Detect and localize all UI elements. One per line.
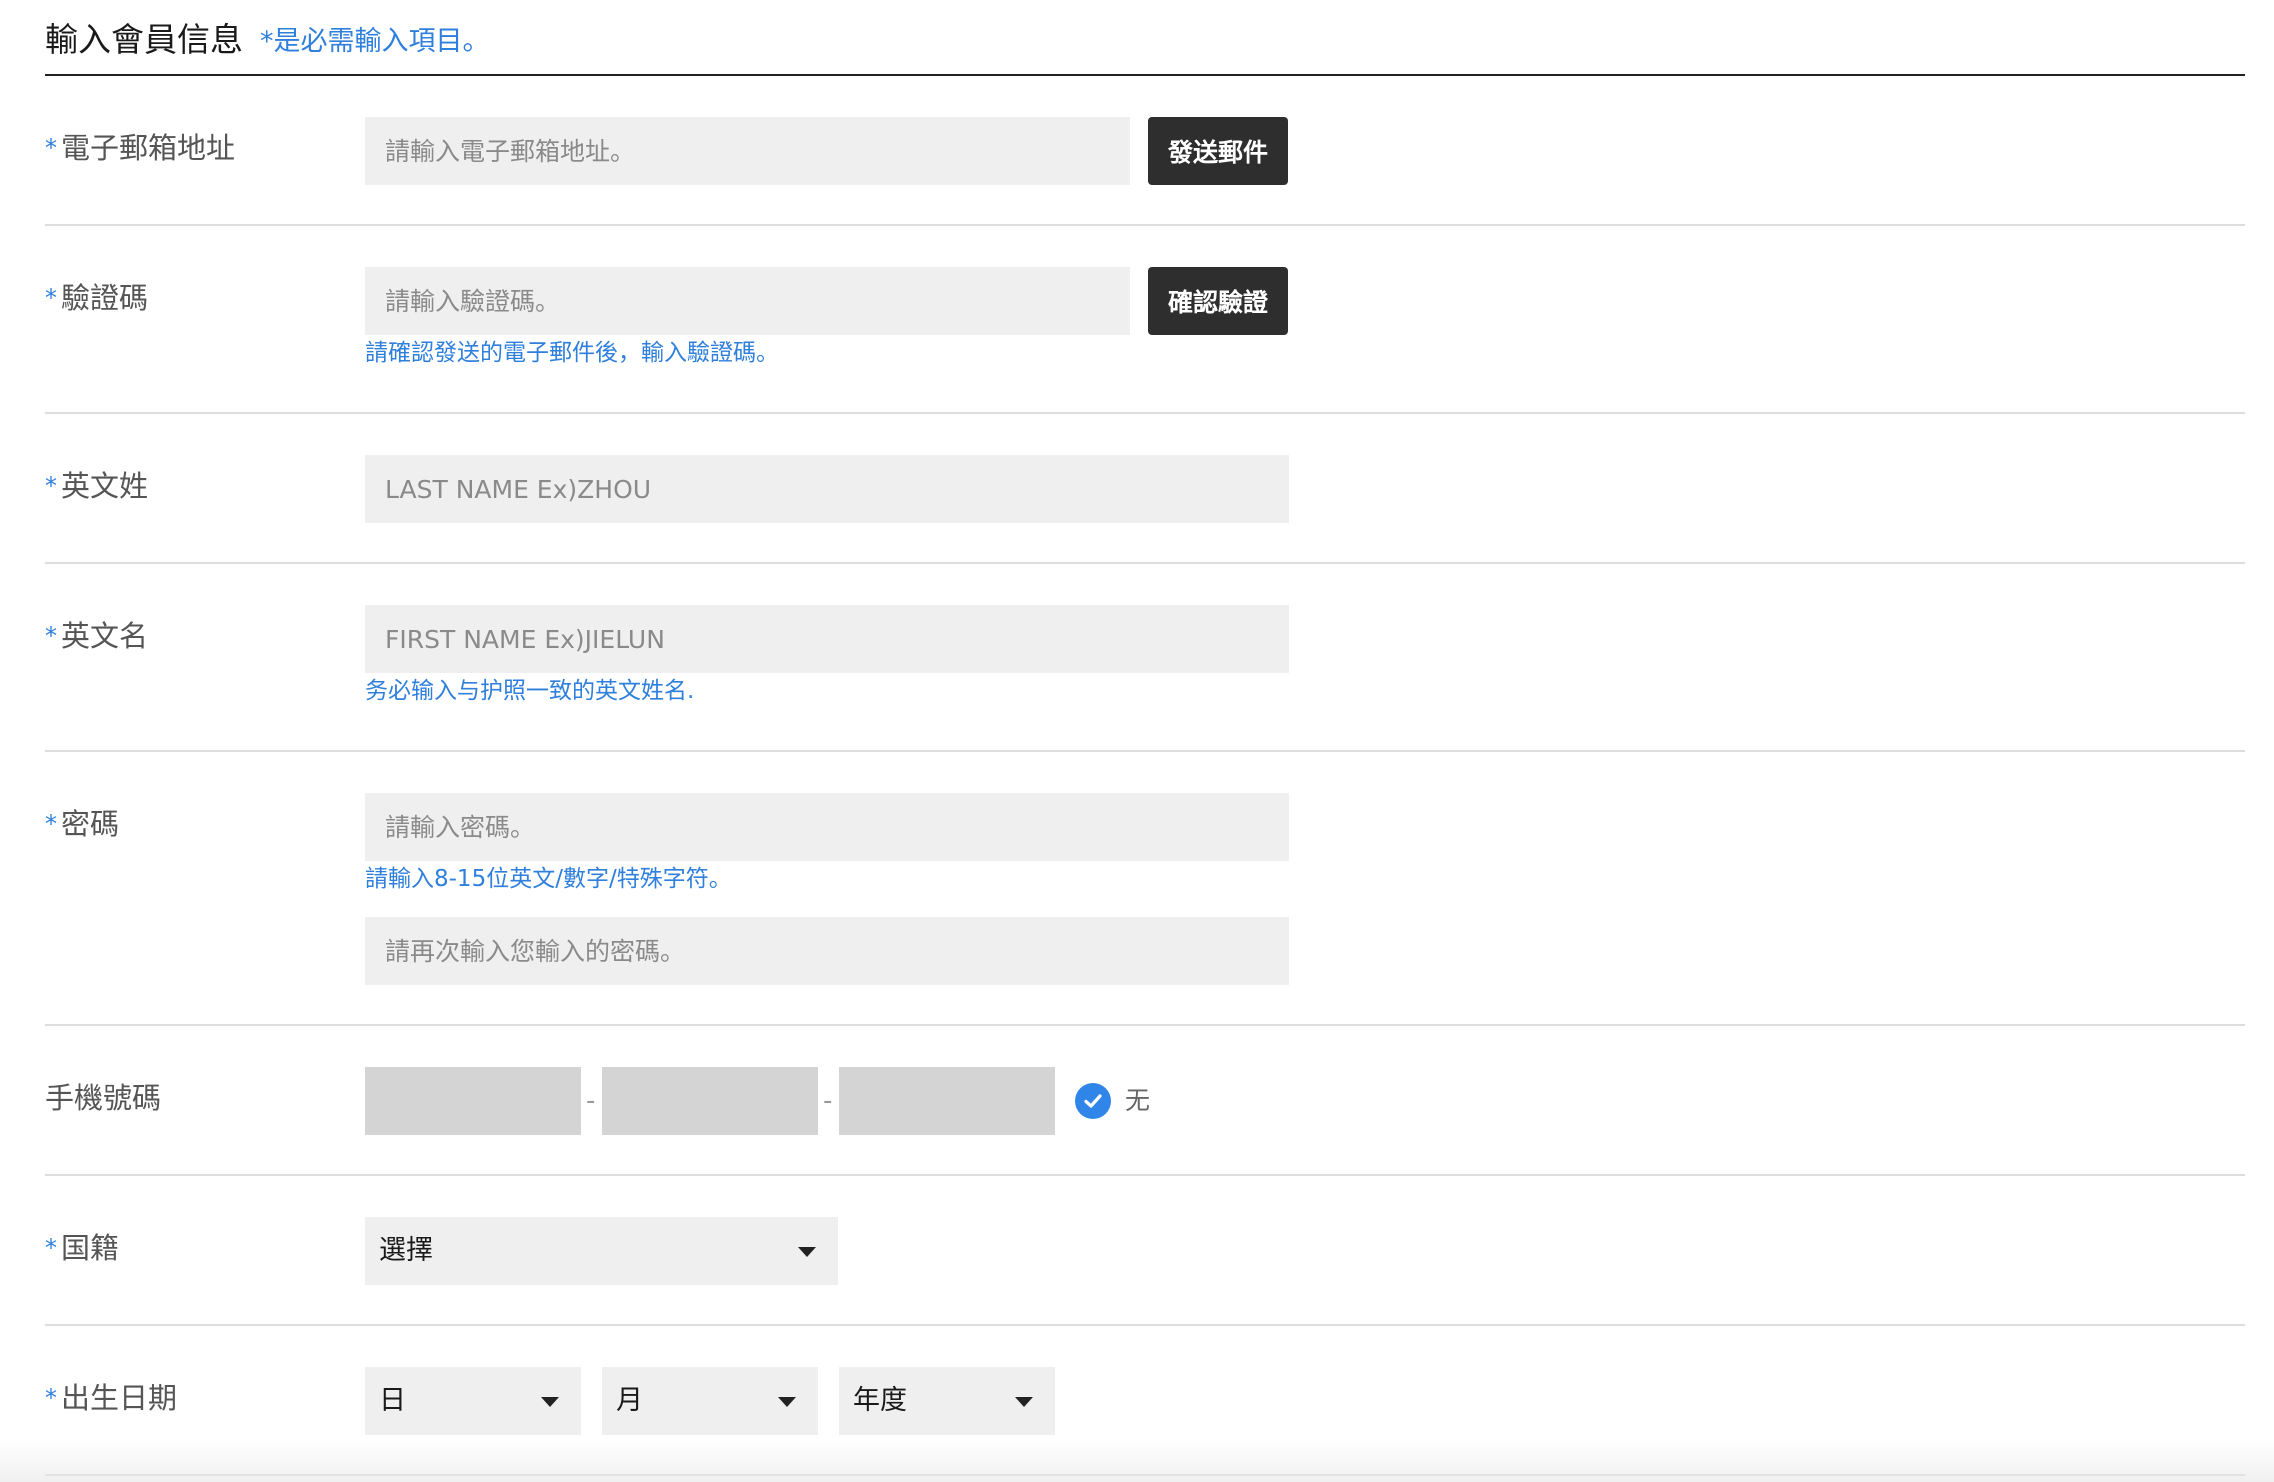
birth-month-select[interactable]: 月 bbox=[602, 1367, 818, 1435]
required-star: * bbox=[45, 810, 57, 838]
first-name-label-text: 英文名 bbox=[61, 619, 149, 653]
required-star: * bbox=[45, 284, 57, 312]
nationality-selected-value: 選擇 bbox=[379, 1235, 433, 1266]
birthdate-label: * 出生日期 bbox=[45, 1378, 177, 1418]
verification-code-input[interactable] bbox=[365, 267, 1130, 335]
phone-row: 手機號碼 - - 无 bbox=[45, 1026, 2245, 1176]
verification-label: * 驗證碼 bbox=[45, 278, 148, 318]
required-star: * bbox=[45, 1234, 57, 1262]
birth-year-select[interactable]: 年度 bbox=[839, 1367, 1055, 1435]
birth-day-select[interactable]: 日 bbox=[365, 1367, 581, 1435]
email-row: *電子郵箱地址 發送郵件 bbox=[45, 76, 2245, 226]
password-hint: 請輸入8-15位英文/數字/特殊字符。 bbox=[365, 866, 732, 892]
confirm-verification-button[interactable]: 確認驗證 bbox=[1148, 267, 1288, 335]
bottom-shadow bbox=[0, 1440, 2274, 1482]
password-input[interactable] bbox=[365, 793, 1289, 861]
first-name-label: * 英文名 bbox=[45, 616, 148, 656]
password-label-text: 密碼 bbox=[61, 807, 120, 841]
phone-separator: - bbox=[823, 1086, 833, 1116]
password-confirm-input[interactable] bbox=[365, 917, 1289, 985]
checkmark-icon bbox=[1084, 1094, 1102, 1108]
birth-year-value: 年度 bbox=[853, 1385, 907, 1416]
no-phone-label: 无 bbox=[1125, 1086, 1151, 1115]
birthdate-label-text: 出生日期 bbox=[61, 1381, 178, 1415]
password-row: * 密碼 請輸入8-15位英文/數字/特殊字符。 bbox=[45, 752, 2245, 1026]
phone-part-1-input[interactable] bbox=[365, 1067, 581, 1135]
required-note: *是必需輸入項目。 bbox=[260, 26, 490, 57]
verification-hint: 請確認發送的電子郵件後，輸入驗證碼。 bbox=[365, 340, 779, 366]
birth-day-value: 日 bbox=[379, 1385, 406, 1416]
first-name-input[interactable] bbox=[365, 605, 1289, 673]
chevron-down-icon bbox=[541, 1397, 559, 1407]
required-star: * bbox=[45, 622, 57, 650]
chevron-down-icon bbox=[778, 1397, 796, 1407]
verification-row: *驗證碼 確認驗證 請確認發送的電子郵件後，輸入驗證碼。 bbox=[45, 226, 2245, 414]
last-name-input[interactable] bbox=[365, 455, 1289, 523]
no-phone-checkbox[interactable] bbox=[1075, 1083, 1111, 1119]
phone-part-3-input[interactable] bbox=[839, 1067, 1055, 1135]
last-name-label: * 英文姓 bbox=[45, 466, 148, 506]
page-title: 輸入會員信息 bbox=[45, 20, 243, 59]
send-email-button[interactable]: 發送郵件 bbox=[1148, 117, 1288, 185]
required-star: * bbox=[45, 1384, 57, 1412]
first-name-row: *英文名 务必输入与护照一致的英文姓名. bbox=[45, 564, 2245, 752]
required-star: * bbox=[45, 134, 57, 162]
first-name-hint: 务必输入与护照一致的英文姓名. bbox=[365, 678, 695, 704]
phone-part-2-input[interactable] bbox=[602, 1067, 818, 1135]
nationality-select[interactable]: 選擇 bbox=[365, 1217, 838, 1285]
chevron-down-icon bbox=[1015, 1397, 1033, 1407]
nationality-label: * 国籍 bbox=[45, 1228, 119, 1268]
form-header: 輸入會員信息 *是必需輸入項目。 bbox=[45, 0, 2245, 76]
verification-label-text: 驗證碼 bbox=[61, 281, 149, 315]
chevron-down-icon bbox=[798, 1247, 816, 1257]
nationality-row: * 国籍 選擇 bbox=[45, 1176, 2245, 1326]
phone-separator: - bbox=[586, 1086, 596, 1116]
password-label: * 密碼 bbox=[45, 804, 119, 844]
email-label-text: 電子郵箱地址 bbox=[61, 131, 236, 165]
required-star: * bbox=[45, 472, 57, 500]
nationality-label-text: 国籍 bbox=[61, 1231, 120, 1265]
last-name-row: * 英文姓 bbox=[45, 414, 2245, 564]
birth-month-value: 月 bbox=[616, 1385, 643, 1416]
phone-label: 手機號碼 bbox=[45, 1081, 162, 1115]
email-label: * 電子郵箱地址 bbox=[45, 128, 235, 168]
email-input[interactable] bbox=[365, 117, 1130, 185]
last-name-label-text: 英文姓 bbox=[61, 469, 149, 503]
